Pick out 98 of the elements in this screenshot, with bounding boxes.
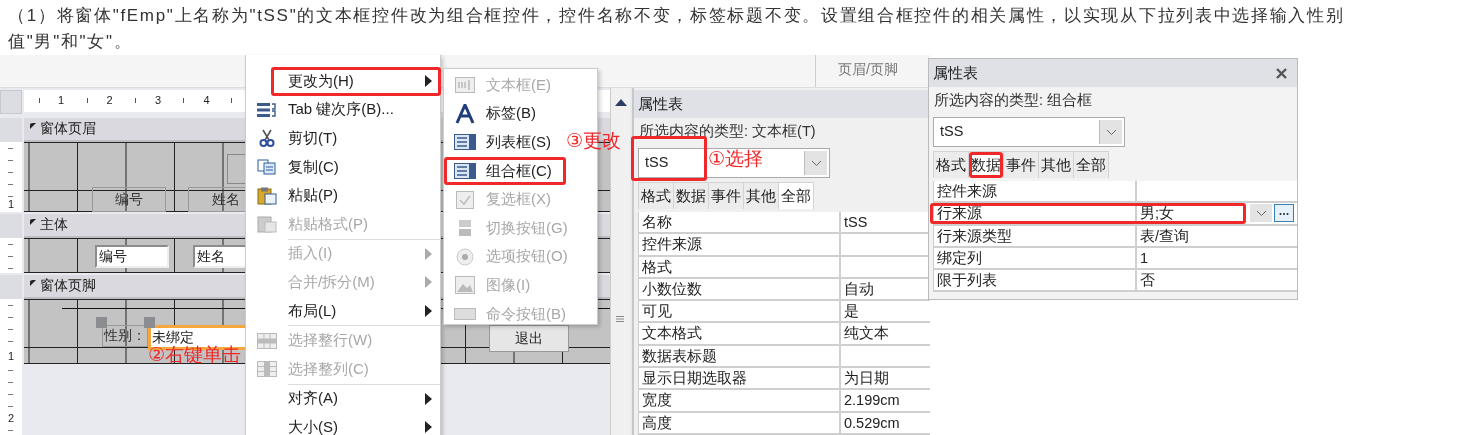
section-marker-icon bbox=[29, 218, 37, 226]
list-box-icon bbox=[454, 163, 476, 180]
command-button[interactable]: 退出 bbox=[489, 325, 569, 352]
list-box-icon bbox=[454, 134, 476, 151]
grip-icon[interactable] bbox=[616, 316, 624, 322]
tab[interactable]: 事件 bbox=[1003, 151, 1039, 178]
selection-type-label: 所选内容的类型: 组合框 bbox=[933, 91, 1094, 110]
builder-button[interactable] bbox=[1274, 204, 1294, 223]
scissors-icon bbox=[259, 129, 275, 148]
chevron-down-icon[interactable] bbox=[1255, 209, 1267, 217]
ribbon-group-label: 页眉/页脚 bbox=[838, 61, 898, 79]
property-name: 小数位数 bbox=[639, 278, 841, 300]
section-marker-icon bbox=[29, 279, 37, 287]
clipboard-icon bbox=[257, 186, 277, 205]
menu-item[interactable]: 标签(B) bbox=[444, 99, 566, 129]
checkbox-icon bbox=[456, 190, 474, 209]
section-title: 窗体页眉 bbox=[40, 120, 96, 138]
property-value[interactable]: 1 bbox=[1137, 247, 1297, 269]
property-name: 显示日期选取器 bbox=[639, 368, 841, 389]
command-button-icon bbox=[454, 308, 476, 321]
property-name: 限于列表 bbox=[934, 270, 1137, 291]
text-box-icon bbox=[455, 77, 475, 94]
chevron-down-icon[interactable] bbox=[1105, 128, 1117, 136]
property-name: 格式 bbox=[639, 256, 841, 277]
move-handle[interactable] bbox=[144, 317, 155, 328]
radio-button-icon bbox=[456, 247, 474, 266]
field-label[interactable]: 编号 bbox=[92, 187, 166, 212]
submenu-arrow-icon bbox=[425, 392, 432, 405]
tab[interactable]: 数据 bbox=[673, 182, 709, 209]
property-value[interactable]: 2.199cm bbox=[841, 390, 930, 411]
chevron-down-icon[interactable] bbox=[810, 159, 822, 167]
tab[interactable]: 其他 bbox=[1038, 151, 1074, 178]
submenu-arrow-icon bbox=[425, 75, 432, 88]
tab-order-icon bbox=[257, 101, 277, 118]
property-value[interactable]: 自动 bbox=[841, 278, 930, 300]
section-title: 主体 bbox=[40, 216, 68, 234]
property-name: 可见 bbox=[639, 301, 841, 322]
section-title: 窗体页脚 bbox=[40, 277, 96, 295]
scroll-up-arrow-icon[interactable] bbox=[615, 98, 627, 106]
text-box[interactable]: 编号 bbox=[95, 245, 169, 268]
property-name: 名称 bbox=[639, 212, 841, 233]
property-name: 控件来源 bbox=[639, 234, 841, 255]
menu-item[interactable]: 布局(L) bbox=[246, 296, 440, 326]
property-name: 文本格式 bbox=[639, 323, 841, 344]
ruler-number: 1 bbox=[7, 350, 15, 362]
image-icon bbox=[455, 276, 475, 295]
ruler-corner bbox=[0, 90, 22, 114]
ruler-number: 1 bbox=[7, 198, 15, 210]
menu-item[interactable]: 列表框(S) bbox=[444, 128, 566, 157]
property-name: 宽度 bbox=[639, 390, 841, 411]
paste-format-icon bbox=[257, 215, 277, 234]
close-icon[interactable] bbox=[1276, 67, 1287, 79]
tab[interactable]: 全部 bbox=[778, 182, 814, 209]
tab[interactable]: 格式 bbox=[933, 151, 969, 178]
tab[interactable]: 事件 bbox=[708, 182, 744, 209]
property-value[interactable]: 是 bbox=[841, 301, 930, 322]
menu-item[interactable]: 对齐(A) bbox=[246, 384, 440, 414]
submenu-arrow-icon bbox=[425, 276, 432, 289]
table-row-icon bbox=[257, 332, 277, 349]
property-value[interactable]: 男;女 bbox=[1140, 203, 1250, 224]
submenu-arrow-icon bbox=[425, 247, 432, 260]
section-marker-icon bbox=[29, 122, 37, 130]
label-control-icon bbox=[455, 103, 475, 124]
tab[interactable]: 格式 bbox=[638, 182, 674, 209]
move-handle[interactable] bbox=[96, 317, 107, 328]
property-value[interactable]: 表/查询 bbox=[1137, 225, 1297, 246]
property-name: 高度 bbox=[639, 412, 841, 433]
object-selector[interactable]: tSS bbox=[933, 117, 1125, 147]
annotation-text: ③更改 bbox=[566, 129, 622, 153]
table-column-icon bbox=[257, 361, 277, 378]
submenu-arrow-icon bbox=[425, 305, 432, 318]
property-value[interactable]: 否 bbox=[1137, 270, 1297, 291]
vertical-ruler bbox=[0, 238, 22, 273]
ruler-number: 2 bbox=[7, 412, 15, 424]
property-value[interactable]: 纯文本 bbox=[841, 323, 930, 344]
property-value[interactable]: tSS bbox=[841, 212, 930, 233]
menu-item[interactable]: 复制(C) bbox=[246, 152, 440, 182]
property-value[interactable]: 0.529cm bbox=[841, 412, 930, 433]
menu-item[interactable]: 更改为(H) bbox=[246, 67, 440, 96]
property-name: 绑定列 bbox=[934, 247, 1137, 269]
instruction-text: （1）将窗体"fEmp"上名称为"tSS"的文本框控件改为组合框控件，控件名称不变，标签标题不变。设置组合框控件的相关属性，以实现从下拉列表中选择输入性别值"男"和"女"。 bbox=[7, 5, 1346, 53]
annotation-text: ①选择 bbox=[708, 147, 764, 171]
property-name: 控件来源 bbox=[934, 181, 1137, 202]
property-name: 行来源类型 bbox=[934, 225, 1137, 246]
copy-icon bbox=[257, 159, 277, 176]
toggle-button-icon bbox=[456, 219, 474, 238]
tab[interactable]: 全部 bbox=[1073, 151, 1109, 178]
panel-title: 属性表 bbox=[933, 63, 978, 83]
property-value[interactable]: 为日期 bbox=[841, 368, 930, 389]
panel-title: 属性表 bbox=[638, 94, 683, 114]
property-name: 数据表标题 bbox=[639, 345, 841, 367]
tab[interactable]: 数据 bbox=[968, 151, 1004, 178]
tab[interactable]: 其他 bbox=[743, 182, 779, 209]
submenu-arrow-icon bbox=[425, 421, 432, 434]
menu-item[interactable]: Tab 键次序(B)... bbox=[246, 95, 440, 125]
menu-item[interactable]: 组合框(C) bbox=[444, 156, 566, 186]
menu-item[interactable]: 大小(S) bbox=[246, 413, 440, 435]
menu-item[interactable]: 剪切(T) bbox=[246, 124, 440, 153]
